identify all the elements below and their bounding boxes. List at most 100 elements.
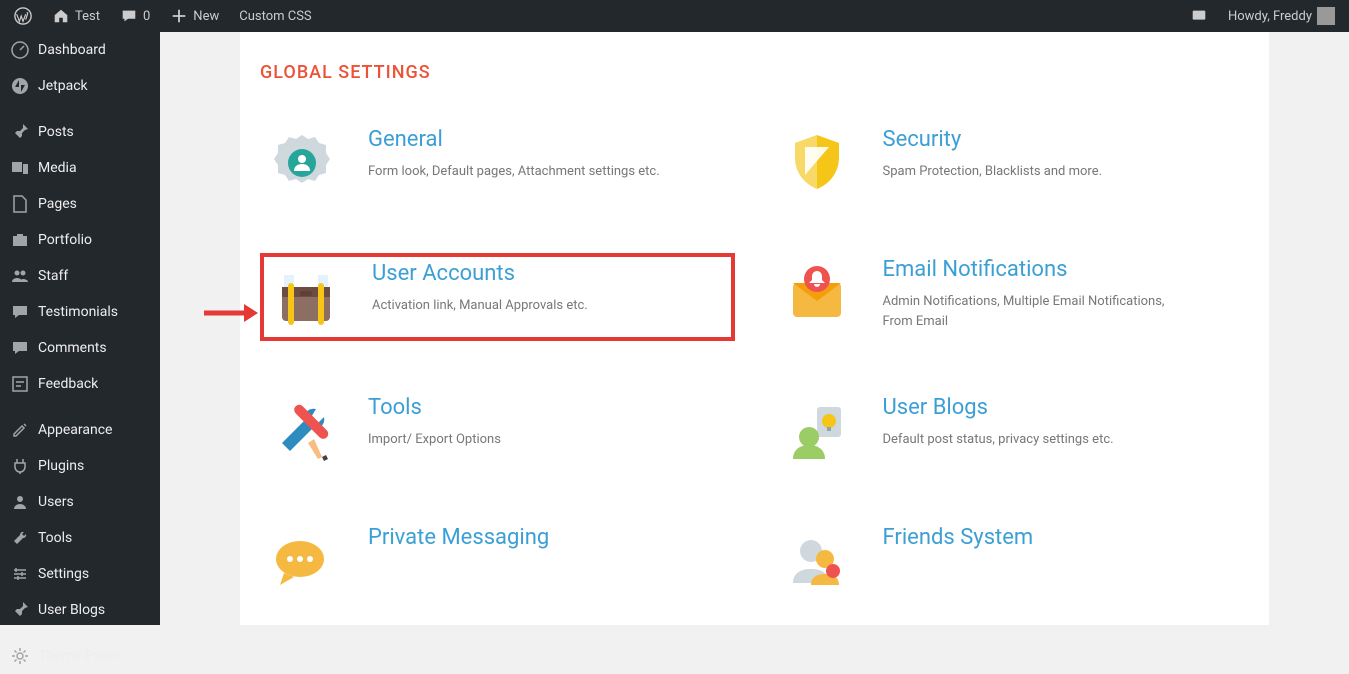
appearance-icon xyxy=(10,420,30,440)
sidebar-item-dashboard[interactable]: Dashboard xyxy=(0,32,160,68)
sidebar-label: Jetpack xyxy=(38,78,88,94)
gear-icon xyxy=(10,646,30,666)
sidebar-label: Tools xyxy=(38,530,72,546)
dashboard-icon xyxy=(10,40,30,60)
card-title: Friends System xyxy=(883,525,1034,550)
jetpack-icon xyxy=(10,76,30,96)
card-title: Security xyxy=(883,127,1103,152)
sidebar-item-plugins[interactable]: Plugins xyxy=(0,448,160,484)
plus-icon xyxy=(170,7,188,25)
sidebar-item-testimonials[interactable]: Testimonials xyxy=(0,294,160,330)
sidebar-item-media[interactable]: Media xyxy=(0,150,160,186)
callout-arrow xyxy=(204,302,258,324)
card-desc: Import/ Export Options xyxy=(368,430,501,450)
tools-icon xyxy=(266,395,338,467)
avatar xyxy=(1317,7,1335,25)
sidebar-label: Dashboard xyxy=(38,42,106,58)
sidebar-item-settings[interactable]: Settings xyxy=(0,556,160,592)
sidebar-item-staff[interactable]: Staff xyxy=(0,258,160,294)
custom-css-label: Custom CSS xyxy=(239,9,311,24)
settings-cards: General Form look, Default pages, Attach… xyxy=(260,123,1249,601)
card-security[interactable]: Security Spam Protection, Blacklists and… xyxy=(775,123,1250,203)
site-link[interactable]: Test xyxy=(46,7,106,25)
comment-count: 0 xyxy=(143,9,150,24)
new-label: New xyxy=(193,9,219,24)
card-general[interactable]: General Form look, Default pages, Attach… xyxy=(260,123,735,203)
sidebar-item-posts[interactable]: Posts xyxy=(0,114,160,150)
card-private-messaging[interactable]: Private Messaging xyxy=(260,521,735,601)
card-user-accounts[interactable]: User Accounts Activation link, Manual Ap… xyxy=(260,253,735,341)
sidebar-label: Comments xyxy=(38,340,107,356)
gear-icon xyxy=(266,127,338,199)
sidebar-item-userblogs[interactable]: User Blogs xyxy=(0,592,160,628)
tools-icon xyxy=(10,528,30,548)
sidebar-item-comments[interactable]: Comments xyxy=(0,330,160,366)
page-title: GLOBAL SETTINGS xyxy=(260,62,1249,83)
card-email-notifications[interactable]: Email Notifications Admin Notifications,… xyxy=(775,253,1250,341)
custom-css-link[interactable]: Custom CSS xyxy=(233,9,317,24)
card-desc: Form look, Default pages, Attachment set… xyxy=(368,162,660,182)
chat-icon xyxy=(1190,7,1208,25)
new-link[interactable]: New xyxy=(164,7,225,25)
pin-icon xyxy=(10,600,30,620)
sidebar-label: User Blogs xyxy=(38,602,105,618)
sidebar-item-portfolio[interactable]: Portfolio xyxy=(0,222,160,258)
sidebar-label: Portfolio xyxy=(38,232,92,248)
plugin-icon xyxy=(10,456,30,476)
card-desc: Admin Notifications, Multiple Email Noti… xyxy=(883,292,1183,331)
sidebar-label: Testimonials xyxy=(38,304,118,320)
sidebar-item-feedback[interactable]: Feedback xyxy=(0,366,160,402)
card-title: Tools xyxy=(368,395,501,420)
howdy-text: Howdy, Freddy xyxy=(1228,9,1312,24)
sidebar-item-pages[interactable]: Pages xyxy=(0,186,160,222)
comments-link[interactable]: 0 xyxy=(114,7,156,25)
sidebar-item-tools[interactable]: Tools xyxy=(0,520,160,556)
wordpress-icon xyxy=(14,7,32,25)
sidebar-label: Pages xyxy=(38,196,77,212)
sidebar-label: Feedback xyxy=(38,376,98,392)
sidebar-label: Posts xyxy=(38,124,74,140)
user-icon xyxy=(10,492,30,512)
content-area: GLOBAL SETTINGS General Form look, Defau… xyxy=(160,32,1349,625)
admin-bar: Test 0 New Custom CSS Howdy, Freddy xyxy=(0,0,1349,32)
sidebar-item-appearance[interactable]: Appearance xyxy=(0,412,160,448)
comment-icon xyxy=(120,7,138,25)
admin-sidebar: Dashboard Jetpack Posts Media Pages Port… xyxy=(0,32,160,625)
sidebar-label: Media xyxy=(38,160,77,176)
comments-icon xyxy=(10,338,30,358)
feedback-icon xyxy=(10,374,30,394)
portfolio-icon xyxy=(10,230,30,250)
mail-bell-icon xyxy=(781,257,853,329)
sidebar-label: Users xyxy=(38,494,74,510)
settings-icon xyxy=(10,564,30,584)
card-title: General xyxy=(368,127,660,152)
sidebar-label: Theme Panel xyxy=(38,648,120,664)
sidebar-label: Settings xyxy=(38,566,89,582)
media-icon xyxy=(10,158,30,178)
card-tools[interactable]: Tools Import/ Export Options xyxy=(260,391,735,471)
card-title: User Accounts xyxy=(372,261,588,286)
friends-icon xyxy=(781,525,853,597)
account-link[interactable]: Howdy, Freddy xyxy=(1222,7,1341,25)
briefcase-icon xyxy=(270,261,342,333)
sidebar-item-jetpack[interactable]: Jetpack xyxy=(0,68,160,104)
pin-icon xyxy=(10,122,30,142)
sidebar-label: Plugins xyxy=(38,458,84,474)
sidebar-item-themepanel[interactable]: Theme Panel xyxy=(0,638,160,674)
card-desc: Activation link, Manual Approvals etc. xyxy=(372,296,588,316)
chat-icon xyxy=(266,525,338,597)
card-user-blogs[interactable]: User Blogs Default post status, privacy … xyxy=(775,391,1250,471)
card-friends-system[interactable]: Friends System xyxy=(775,521,1250,601)
sidebar-item-users[interactable]: Users xyxy=(0,484,160,520)
wp-logo[interactable] xyxy=(8,7,38,25)
card-title: User Blogs xyxy=(883,395,1114,420)
card-desc: Default post status, privacy settings et… xyxy=(883,430,1114,450)
sidebar-label: Appearance xyxy=(38,422,112,438)
card-title: Private Messaging xyxy=(368,525,549,550)
site-name: Test xyxy=(75,9,100,24)
shield-icon xyxy=(781,127,853,199)
home-icon xyxy=(52,7,70,25)
card-desc: Spam Protection, Blacklists and more. xyxy=(883,162,1103,182)
settings-panel: GLOBAL SETTINGS General Form look, Defau… xyxy=(240,32,1269,625)
notifications[interactable] xyxy=(1184,7,1214,25)
